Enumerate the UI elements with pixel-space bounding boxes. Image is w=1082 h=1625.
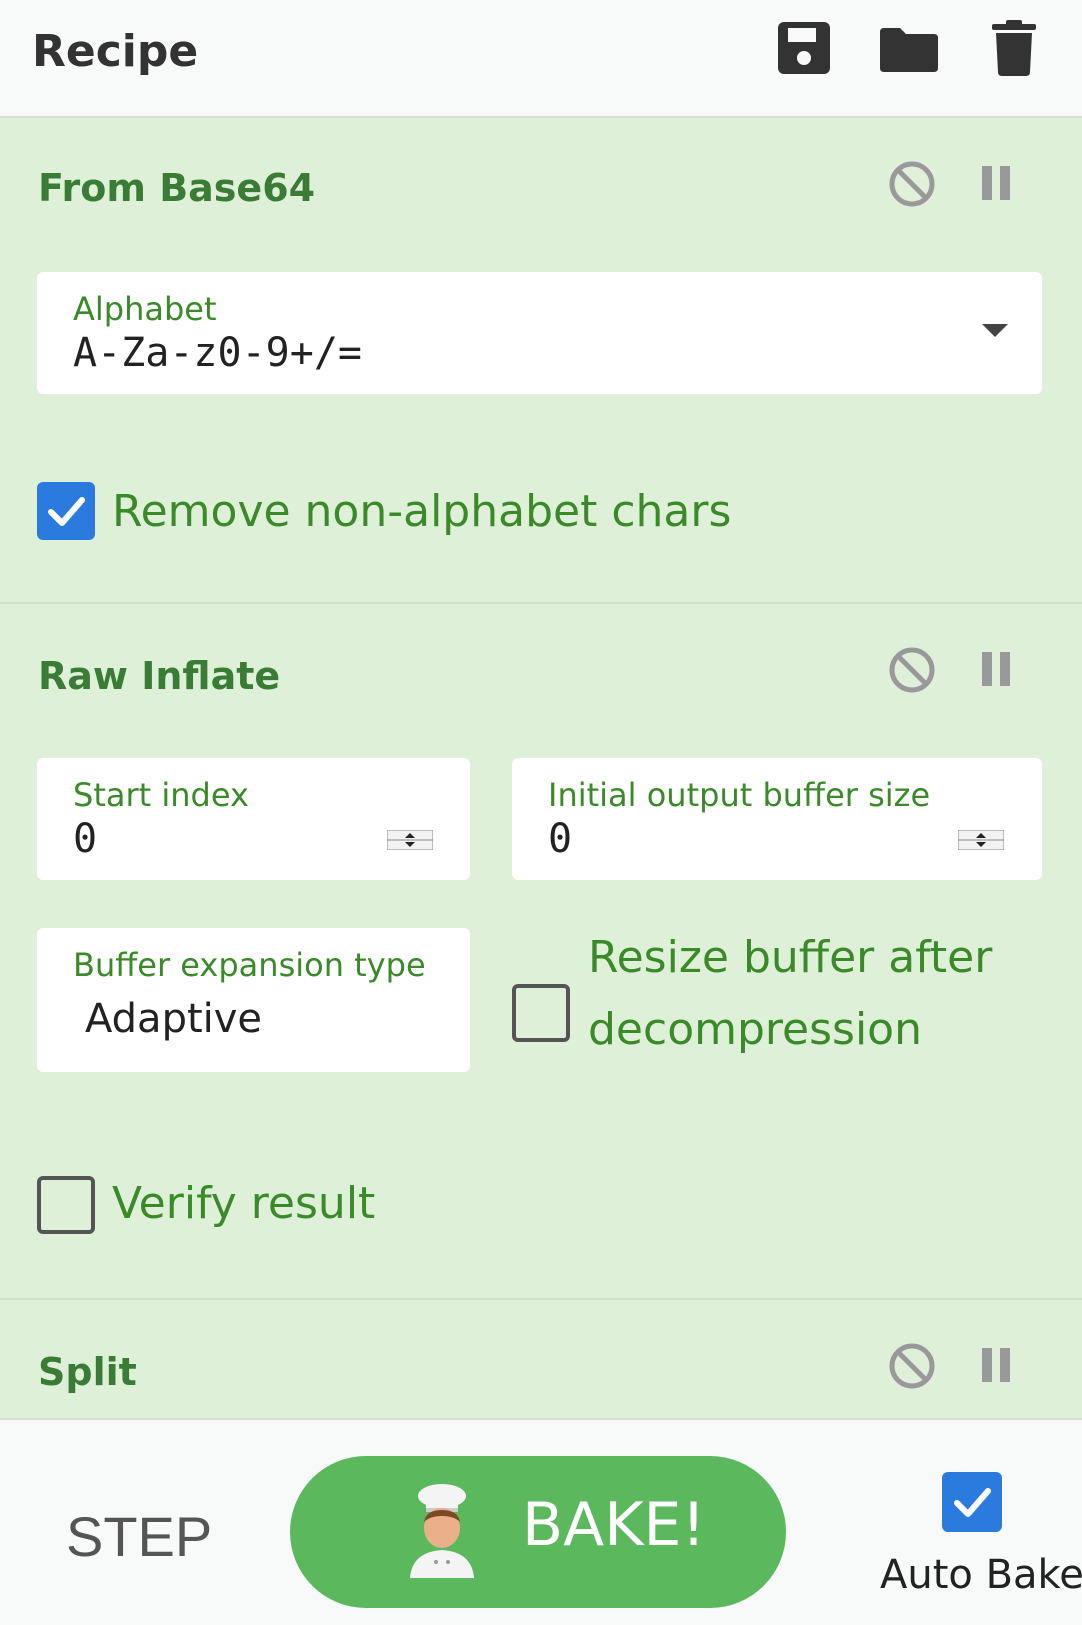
initial-output-buffer-size-value: 0 [548, 816, 573, 862]
number-spinner-icon[interactable] [386, 829, 434, 851]
start-index-label: Start index [73, 776, 249, 814]
initial-output-buffer-size-field[interactable]: Initial output buffer size 0 [512, 758, 1042, 880]
operation-split[interactable]: Split [0, 1300, 1082, 1418]
alphabet-label: Alphabet [73, 290, 217, 328]
trash-icon[interactable] [992, 20, 1036, 80]
resize-buffer-label-line2[interactable]: decompression [588, 994, 922, 1066]
breakpoint-icon[interactable] [982, 1348, 1012, 1386]
operation-raw-inflate[interactable]: Raw Inflate Start index 0 Initial output… [0, 604, 1082, 1300]
check-icon [48, 497, 85, 526]
buffer-expansion-type-select[interactable]: Buffer expansion type Adaptive [37, 928, 470, 1072]
chevron-down-icon[interactable] [982, 324, 1008, 337]
resize-buffer-checkbox[interactable] [512, 984, 570, 1042]
alphabet-value: A-Za-z0-9+/= [73, 330, 362, 376]
disable-icon[interactable] [888, 646, 936, 698]
recipe-list: From Base64 Alphabet A-Za-z0-9+/= Remove… [0, 118, 1082, 1418]
start-index-value: 0 [73, 816, 98, 862]
folder-icon[interactable] [878, 26, 940, 78]
chef-icon [402, 1482, 482, 1582]
operation-title: From Base64 [38, 166, 316, 210]
remove-non-alphabet-label[interactable]: Remove non-alphabet chars [112, 476, 731, 548]
step-button[interactable]: STEP [66, 1504, 212, 1569]
initial-output-buffer-size-label: Initial output buffer size [548, 776, 931, 814]
buffer-expansion-type-label: Buffer expansion type [73, 946, 426, 984]
operation-title: Raw Inflate [38, 654, 281, 698]
operation-title: Split [38, 1350, 137, 1394]
save-icon[interactable] [776, 20, 832, 80]
buffer-expansion-type-value: Adaptive [85, 996, 263, 1042]
check-icon [954, 1488, 991, 1517]
operation-from-base64[interactable]: From Base64 Alphabet A-Za-z0-9+/= Remove… [0, 118, 1082, 604]
disable-icon[interactable] [888, 1342, 936, 1394]
auto-bake-label[interactable]: Auto Bake [880, 1552, 1082, 1598]
verify-result-label[interactable]: Verify result [112, 1168, 375, 1240]
resize-buffer-label-line1[interactable]: Resize buffer after [588, 922, 992, 994]
bake-label: BAKE! [522, 1490, 706, 1560]
alphabet-select[interactable]: Alphabet A-Za-z0-9+/= [37, 272, 1042, 394]
auto-bake-checkbox[interactable] [942, 1472, 1002, 1532]
recipe-title: Recipe [32, 26, 199, 77]
disable-icon[interactable] [888, 160, 936, 212]
remove-non-alphabet-checkbox[interactable] [37, 482, 95, 540]
number-spinner-icon[interactable] [957, 829, 1005, 851]
recipe-header: Recipe [0, 0, 1082, 118]
recipe-footer: STEP BAKE! Auto Bake [0, 1418, 1082, 1625]
breakpoint-icon[interactable] [982, 166, 1012, 204]
verify-result-checkbox[interactable] [37, 1176, 95, 1234]
start-index-field[interactable]: Start index 0 [37, 758, 470, 880]
breakpoint-icon[interactable] [982, 652, 1012, 690]
bake-button[interactable]: BAKE! [290, 1456, 786, 1608]
